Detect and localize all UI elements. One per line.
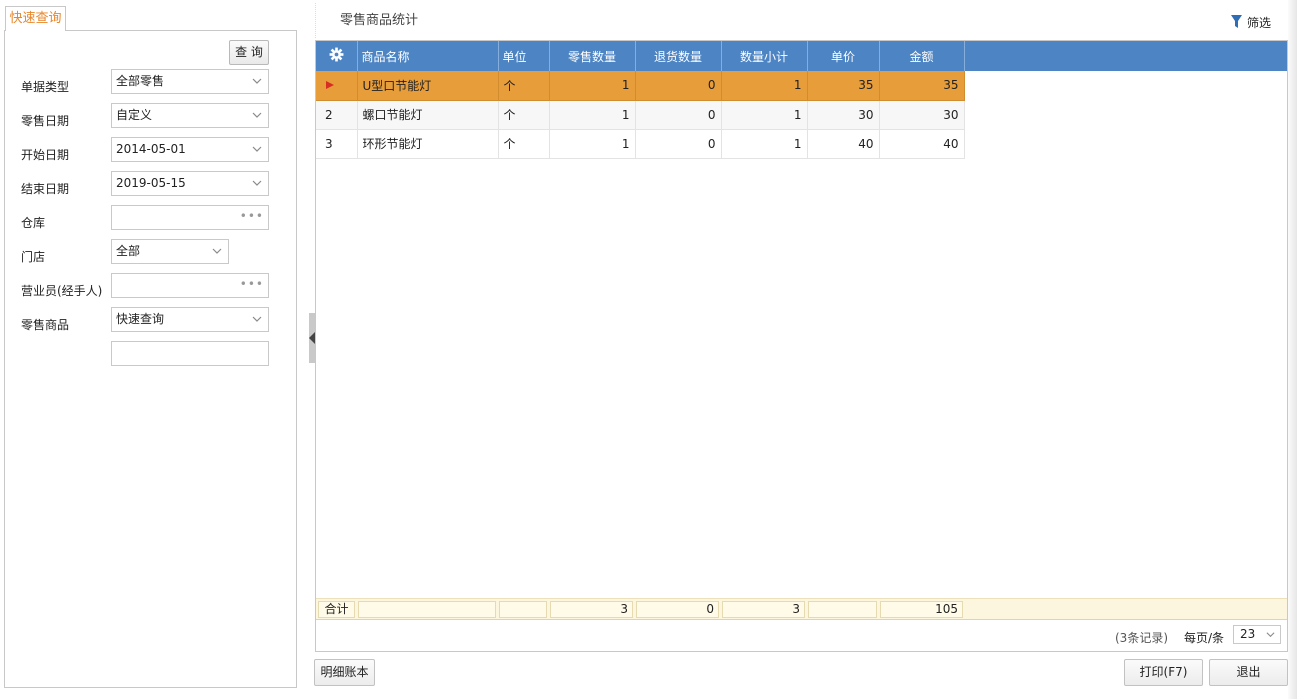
cell-retail-qty: 1 bbox=[549, 100, 636, 130]
col-retail-qty[interactable]: 零售数量 bbox=[549, 41, 636, 71]
retail-date-label: 零售日期 bbox=[21, 114, 70, 128]
cell-return-qty: 0 bbox=[635, 129, 722, 159]
cell-goods-name: U型口节能灯 bbox=[357, 71, 499, 101]
per-page-select[interactable]: 23 bbox=[1233, 625, 1281, 644]
col-unit-price[interactable]: 单价 bbox=[807, 41, 880, 71]
pager: (3条记录) 每页/条 23 bbox=[316, 619, 1287, 651]
retail-date-select[interactable]: 自定义 bbox=[111, 103, 269, 128]
data-grid: 商品名称 单位 零售数量 退货数量 数量小计 单价 金额 U型口节能灯 个 1 … bbox=[315, 40, 1288, 652]
cell-unit-price: 30 bbox=[807, 100, 880, 130]
warehouse-lookup[interactable]: ••• bbox=[111, 205, 269, 230]
per-page-label: 每页/条 bbox=[1184, 631, 1225, 645]
retail-goods-label: 零售商品 bbox=[21, 318, 70, 332]
cell-retail-qty: 1 bbox=[549, 71, 636, 101]
cell-return-qty: 0 bbox=[635, 100, 722, 130]
window-edge bbox=[1288, 0, 1297, 699]
per-page-value: 23 bbox=[1240, 627, 1256, 641]
cell-retail-qty: 1 bbox=[549, 129, 636, 159]
cell-return-qty: 0 bbox=[635, 71, 722, 101]
table-row[interactable]: 2 螺口节能灯 个 1 0 1 30 30 bbox=[316, 100, 965, 130]
totals-goods-name bbox=[358, 601, 496, 618]
row-number: 2 bbox=[316, 100, 358, 130]
chevron-down-icon bbox=[252, 112, 262, 118]
filter-icon bbox=[1231, 15, 1242, 28]
bill-type-label: 单据类型 bbox=[21, 80, 70, 94]
gear-icon bbox=[329, 47, 344, 62]
page-title: 零售商品统计 bbox=[340, 13, 419, 28]
end-date-label: 结束日期 bbox=[21, 182, 70, 196]
column-settings-button[interactable] bbox=[316, 41, 358, 71]
col-subtotal-qty[interactable]: 数量小计 bbox=[721, 41, 808, 71]
cell-amount: 35 bbox=[879, 71, 965, 101]
retail-goods-value: 快速查询 bbox=[116, 312, 165, 326]
more-icon[interactable]: ••• bbox=[240, 206, 264, 226]
grid-header-row: 商品名称 单位 零售数量 退货数量 数量小计 单价 金额 bbox=[316, 41, 965, 71]
cell-subtotal-qty: 1 bbox=[721, 100, 808, 130]
col-goods-name[interactable]: 商品名称 bbox=[357, 41, 499, 71]
totals-return-qty: 0 bbox=[636, 601, 719, 618]
tab-quick-query[interactable]: 快速查询 bbox=[5, 6, 66, 31]
divider bbox=[315, 3, 316, 38]
start-date-label: 开始日期 bbox=[21, 148, 70, 162]
filter-label: 筛选 bbox=[1247, 15, 1272, 30]
retail-date-value: 自定义 bbox=[116, 108, 153, 122]
bill-type-select[interactable]: 全部零售 bbox=[111, 69, 269, 94]
bill-type-value: 全部零售 bbox=[116, 74, 165, 88]
exit-button[interactable]: 退出 bbox=[1209, 659, 1288, 686]
print-button[interactable]: 打印(F7) bbox=[1124, 659, 1203, 686]
col-unit[interactable]: 单位 bbox=[498, 41, 550, 71]
cell-subtotal-qty: 1 bbox=[721, 129, 808, 159]
filter-button[interactable]: 筛选 bbox=[1231, 13, 1271, 31]
current-row-arrow-icon bbox=[326, 81, 334, 90]
cell-subtotal-qty: 1 bbox=[721, 71, 808, 101]
cell-amount: 40 bbox=[879, 129, 965, 159]
store-select[interactable]: 全部 bbox=[111, 239, 229, 264]
cell-unit: 个 bbox=[498, 100, 550, 130]
totals-unit-price bbox=[808, 601, 877, 618]
more-icon[interactable]: ••• bbox=[240, 274, 264, 294]
cell-unit: 个 bbox=[498, 71, 550, 101]
table-row[interactable]: 3 环形节能灯 个 1 0 1 40 40 bbox=[316, 129, 965, 159]
totals-retail-qty: 3 bbox=[550, 601, 633, 618]
totals-subtotal-qty: 3 bbox=[722, 601, 805, 618]
col-amount[interactable]: 金额 bbox=[879, 41, 965, 71]
cell-unit: 个 bbox=[498, 129, 550, 159]
totals-amount: 105 bbox=[880, 601, 963, 618]
end-date-picker[interactable]: 2019-05-15 bbox=[111, 171, 269, 196]
row-indicator bbox=[316, 71, 358, 101]
cell-goods-name: 环形节能灯 bbox=[357, 129, 499, 159]
grid-table: 商品名称 单位 零售数量 退货数量 数量小计 单价 金额 U型口节能灯 个 1 … bbox=[316, 41, 965, 159]
totals-bar: 合计 3 0 3 105 bbox=[316, 598, 1287, 619]
header-filler bbox=[964, 41, 1287, 71]
cell-amount: 30 bbox=[879, 100, 965, 130]
salesperson-lookup[interactable]: ••• bbox=[111, 273, 269, 298]
retail-goods-select[interactable]: 快速查询 bbox=[111, 307, 269, 332]
totals-label: 合计 bbox=[318, 601, 355, 618]
chevron-down-icon bbox=[212, 248, 222, 254]
col-return-qty[interactable]: 退货数量 bbox=[635, 41, 722, 71]
end-date-value: 2019-05-15 bbox=[116, 176, 186, 190]
totals-unit bbox=[499, 601, 547, 618]
row-number: 3 bbox=[316, 129, 358, 159]
cell-goods-name: 螺口节能灯 bbox=[357, 100, 499, 130]
record-count: (3条记录) bbox=[1115, 631, 1168, 645]
chevron-down-icon bbox=[252, 78, 262, 84]
store-label: 门店 bbox=[21, 250, 46, 264]
detail-ledger-button[interactable]: 明细账本 bbox=[314, 659, 375, 686]
goods-keyword-input[interactable] bbox=[111, 341, 269, 366]
chevron-down-icon bbox=[252, 316, 262, 322]
chevron-down-icon bbox=[252, 180, 262, 186]
salesperson-label: 营业员(经手人) bbox=[21, 284, 103, 298]
chevron-down-icon bbox=[1266, 632, 1275, 638]
query-button[interactable]: 查 询 bbox=[229, 40, 269, 65]
warehouse-label: 仓库 bbox=[21, 216, 46, 230]
cell-unit-price: 40 bbox=[807, 129, 880, 159]
store-value: 全部 bbox=[116, 244, 141, 258]
cell-unit-price: 35 bbox=[807, 71, 880, 101]
start-date-value: 2014-05-01 bbox=[116, 142, 186, 156]
start-date-picker[interactable]: 2014-05-01 bbox=[111, 137, 269, 162]
table-row[interactable]: U型口节能灯 个 1 0 1 35 35 bbox=[316, 71, 965, 101]
chevron-down-icon bbox=[252, 146, 262, 152]
